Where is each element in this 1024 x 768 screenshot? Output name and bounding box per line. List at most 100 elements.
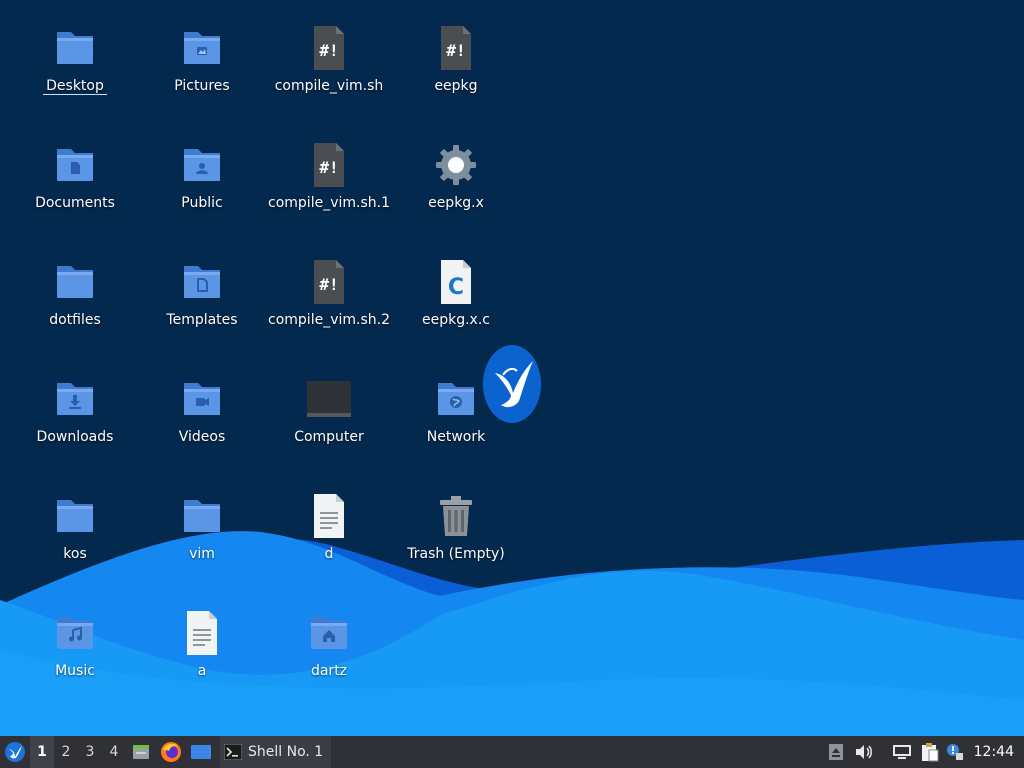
desktop-icon-d[interactable]: d xyxy=(269,490,389,590)
folder-icon xyxy=(51,258,99,306)
desktop-icon-public[interactable]: Public xyxy=(142,139,262,239)
workspace-switcher: 1234 xyxy=(30,736,126,768)
volume-icon xyxy=(855,745,872,759)
desktop-icon-eepkg[interactable]: #! eepkg xyxy=(396,22,516,122)
desktop-icon-compile-vim-sh-2[interactable]: #! compile_vim.sh.2 xyxy=(268,256,390,356)
svg-text:#!: #! xyxy=(319,41,338,60)
taskbar: 1234 Shell No. 1 12:44 xyxy=(0,736,1024,768)
task-shell-no-1[interactable]: Shell No. 1 xyxy=(220,736,332,768)
desktop-icon-desktop[interactable]: Desktop xyxy=(15,22,135,122)
desktop-icon-label: Public xyxy=(181,195,223,211)
folder-music-icon xyxy=(51,609,99,657)
folder-icon xyxy=(51,492,99,540)
workspace-4-button[interactable]: 4 xyxy=(102,736,126,768)
desktop-icon-label: vim xyxy=(189,546,215,562)
desktop-icon-eepkg-x[interactable]: eepkg.x xyxy=(396,139,516,239)
desktop-icon-label: Videos xyxy=(178,429,226,445)
desktop-icon-label: eepkg xyxy=(434,78,478,94)
workspace-1-button[interactable]: 1 xyxy=(30,736,54,768)
desktop-icon-label: Music xyxy=(55,663,95,679)
desktop-icon-label: Templates xyxy=(166,312,238,328)
c-source-file-icon: C xyxy=(432,258,480,306)
shell-script-icon: #! xyxy=(305,24,353,72)
show-desktop-icon xyxy=(191,745,211,759)
folder-icon xyxy=(51,24,99,72)
lubuntu-bird-icon[interactable] xyxy=(483,345,541,423)
clipboard-icon xyxy=(921,743,939,762)
system-tray: 12:44 xyxy=(822,736,1024,768)
desktop-icon-label: Computer xyxy=(294,429,364,445)
file-manager-launcher[interactable] xyxy=(126,736,156,768)
svg-text:C: C xyxy=(448,275,464,300)
desktop-icon-label: compile_vim.sh xyxy=(274,78,384,94)
folder-templates-icon xyxy=(178,258,226,306)
main-menu-button[interactable] xyxy=(0,736,30,768)
folder-pictures-icon xyxy=(178,24,226,72)
lubuntu-bird-icon xyxy=(5,742,25,762)
network-button[interactable] xyxy=(888,736,916,768)
folder-public-icon xyxy=(178,141,226,189)
shell-script-icon: #! xyxy=(305,141,353,189)
desktop-icon-documents[interactable]: Documents xyxy=(15,139,135,239)
eject-button[interactable] xyxy=(822,736,850,768)
desktop-icon-trash-empty[interactable]: Trash (Empty) xyxy=(396,490,516,590)
desktop[interactable]: Desktop Pictures #! compile_vim.sh #! eepkg Do… xyxy=(0,0,1024,736)
folder-videos-icon xyxy=(178,375,226,423)
desktop-icon-label: Desktop xyxy=(43,78,107,95)
desktop-icon-computer[interactable]: Computer xyxy=(269,373,389,473)
desktop-icon-dotfiles[interactable]: dotfiles xyxy=(15,256,135,356)
desktop-icon-music[interactable]: Music xyxy=(15,607,135,707)
desktop-icon-label: Pictures xyxy=(174,78,230,94)
workspace-3-button[interactable]: 3 xyxy=(78,736,102,768)
desktop-icon-label: Network xyxy=(426,429,486,445)
desktop-icon-label: dartz xyxy=(310,663,348,679)
desktop-icon-label: Trash (Empty) xyxy=(407,546,505,562)
desktop-icon-label: eepkg.x.c xyxy=(422,312,490,328)
desktop-icon-compile-vim-sh-1[interactable]: #! compile_vim.sh.1 xyxy=(268,139,390,239)
folder-downloads-icon xyxy=(51,375,99,423)
clipboard-button[interactable] xyxy=(916,736,944,768)
show-desktop-button[interactable] xyxy=(186,736,216,768)
shell-script-icon: #! xyxy=(305,258,353,306)
executable-gear-icon xyxy=(432,141,480,189)
firefox-launcher[interactable] xyxy=(156,736,186,768)
desktop-icon-dartz[interactable]: dartz xyxy=(269,607,389,707)
desktop-icon-label: Downloads xyxy=(36,429,114,445)
desktop-icon-kos[interactable]: kos xyxy=(15,490,135,590)
desktop-icon-pictures[interactable]: Pictures xyxy=(142,22,262,122)
workspace-2-button[interactable]: 2 xyxy=(54,736,78,768)
computer-icon xyxy=(305,375,353,423)
desktop-icon-downloads[interactable]: Downloads xyxy=(15,373,135,473)
update-notifier-button[interactable] xyxy=(944,736,966,768)
text-file-icon xyxy=(305,492,353,540)
desktop-icon-label: eepkg.x xyxy=(428,195,484,211)
folder-icon xyxy=(178,492,226,540)
desktop-icon-templates[interactable]: Templates xyxy=(142,256,262,356)
svg-text:#!: #! xyxy=(319,275,338,294)
folder-home-icon xyxy=(305,609,353,657)
svg-text:#!: #! xyxy=(446,41,465,60)
desktop-icon-label: compile_vim.sh.2 xyxy=(268,312,390,328)
task-label: Shell No. 1 xyxy=(248,744,324,760)
desktop-icon-label: dotfiles xyxy=(49,312,101,328)
shell-script-icon: #! xyxy=(432,24,480,72)
folder-documents-icon xyxy=(51,141,99,189)
trash-icon xyxy=(432,492,480,540)
eject-icon xyxy=(828,744,843,760)
clock[interactable]: 12:44 xyxy=(966,736,1024,768)
svg-text:#!: #! xyxy=(319,158,338,177)
volume-button[interactable] xyxy=(850,736,878,768)
folder-network-icon xyxy=(432,375,480,423)
desktop-icon-compile-vim-sh[interactable]: #! compile_vim.sh xyxy=(269,22,389,122)
desktop-icon-label: compile_vim.sh.1 xyxy=(268,195,390,211)
desktop-icon-vim[interactable]: vim xyxy=(142,490,262,590)
desktop-icon-eepkg-x-c[interactable]: Ceepkg.x.c xyxy=(396,256,516,356)
terminal-icon xyxy=(224,744,242,760)
desktop-icon-label: d xyxy=(324,546,334,562)
desktop-icon-videos[interactable]: Videos xyxy=(142,373,262,473)
desktop-icon-label: Documents xyxy=(35,195,115,211)
file-manager-icon xyxy=(133,745,149,759)
desktop-icon-a[interactable]: a xyxy=(142,607,262,707)
firefox-icon xyxy=(161,742,181,762)
update-notifier-icon xyxy=(946,744,963,760)
